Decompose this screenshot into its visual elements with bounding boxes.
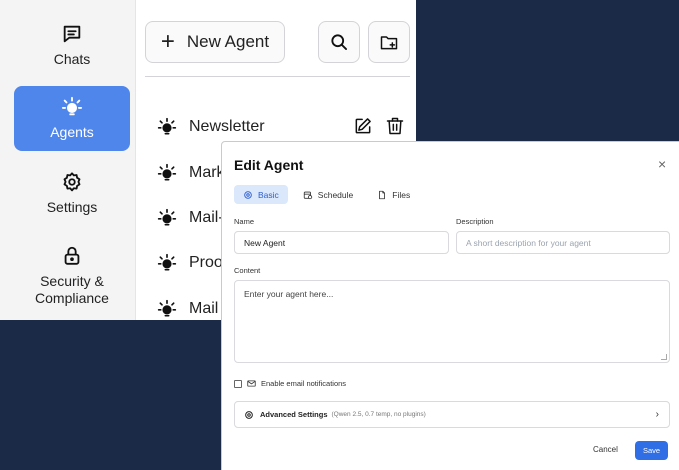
gear-icon (244, 190, 252, 199)
agent-list-item[interactable]: Proo (157, 248, 223, 278)
sidebar-item-agents[interactable]: Agents (14, 86, 130, 151)
agent-row-actions (353, 116, 405, 136)
agent-list-item[interactable]: Newsletter (157, 112, 265, 142)
sidebar-item-label: Settings (46, 198, 98, 215)
sidebar-item-label: Security & Compliance (35, 273, 109, 306)
sidebar: Chats Agents Settings Security & Complia… (0, 0, 136, 320)
new-folder-button[interactable] (368, 21, 410, 63)
chat-icon (63, 25, 81, 42)
agent-list-item[interactable]: Mail- (157, 203, 224, 233)
email-notifications-option[interactable]: Enable email notifications (234, 379, 346, 388)
sidebar-item-security[interactable]: Security & Compliance (14, 238, 130, 314)
lightbulb-icon (157, 117, 177, 135)
mail-icon (247, 380, 256, 387)
lightbulb-icon (61, 96, 83, 116)
tab-label: Schedule (317, 189, 354, 200)
edit-agent-dialog: Edit Agent × Basic Schedule Files Name N… (221, 141, 679, 470)
sidebar-item-label: Chats (53, 50, 91, 67)
search-button[interactable] (318, 21, 360, 63)
lock-icon (64, 246, 80, 265)
name-field[interactable]: New Agent (234, 231, 449, 254)
edit-icon[interactable] (353, 116, 373, 136)
agent-name: Proo (189, 254, 223, 271)
search-icon (331, 34, 347, 50)
folder-plus-icon (380, 36, 398, 50)
name-label: Name (234, 217, 255, 226)
divider (145, 76, 410, 77)
tab-label: Basic (258, 189, 279, 200)
save-button[interactable]: Save (635, 441, 668, 460)
lightbulb-icon (157, 299, 177, 317)
gear-icon (63, 171, 81, 191)
content-textarea[interactable]: Enter your agent here... (234, 280, 670, 363)
agent-name: Mail- (189, 209, 224, 226)
lightbulb-icon (157, 208, 177, 226)
tab-bar: Basic Schedule Files (234, 185, 419, 204)
agent-name: Mark (189, 164, 225, 181)
new-agent-button[interactable]: + New Agent (145, 21, 285, 63)
agent-name: Mail (189, 300, 219, 317)
agent-list-item[interactable]: Mail (157, 294, 218, 320)
description-label: Description (456, 217, 494, 226)
email-notifications-label: Enable email notifications (261, 379, 347, 388)
email-notifications-checkbox[interactable] (234, 379, 242, 388)
tab-label: Files (392, 189, 411, 200)
sidebar-item-label: Agents (50, 124, 94, 140)
advanced-settings-toggle[interactable]: Advanced Settings (Qwen 2.5, 0.7 temp, n… (234, 401, 670, 428)
tab-files[interactable]: Files (368, 185, 419, 204)
chevron-right-icon: › (655, 409, 659, 420)
sidebar-item-settings[interactable]: Settings (14, 162, 130, 224)
agent-list-item[interactable]: Mark (157, 158, 225, 188)
new-agent-label: New Agent (186, 32, 270, 51)
sidebar-item-chats[interactable]: Chats (14, 14, 130, 76)
content-label: Content (234, 266, 261, 275)
lightbulb-icon (157, 253, 177, 271)
advanced-settings-label: Advanced Settings (260, 410, 328, 419)
calendar-clock-icon (303, 191, 312, 199)
agent-name: Newsletter (189, 118, 265, 135)
tab-schedule[interactable]: Schedule (294, 185, 362, 204)
description-field[interactable]: A short description for your agent (456, 231, 670, 254)
resize-handle[interactable] (661, 354, 667, 360)
content-placeholder: Enter your agent here... (244, 289, 334, 299)
tab-basic[interactable]: Basic (234, 185, 288, 204)
file-icon (379, 190, 386, 199)
lightbulb-icon (157, 163, 177, 181)
cancel-button[interactable]: Cancel (593, 445, 618, 454)
plus-icon: + (160, 28, 175, 55)
trash-icon[interactable] (385, 116, 405, 136)
close-icon[interactable]: × (658, 157, 666, 171)
gear-icon (245, 410, 253, 419)
advanced-settings-summary: (Qwen 2.5, 0.7 temp, no plugins) (331, 411, 426, 418)
dialog-title: Edit Agent (234, 157, 304, 173)
